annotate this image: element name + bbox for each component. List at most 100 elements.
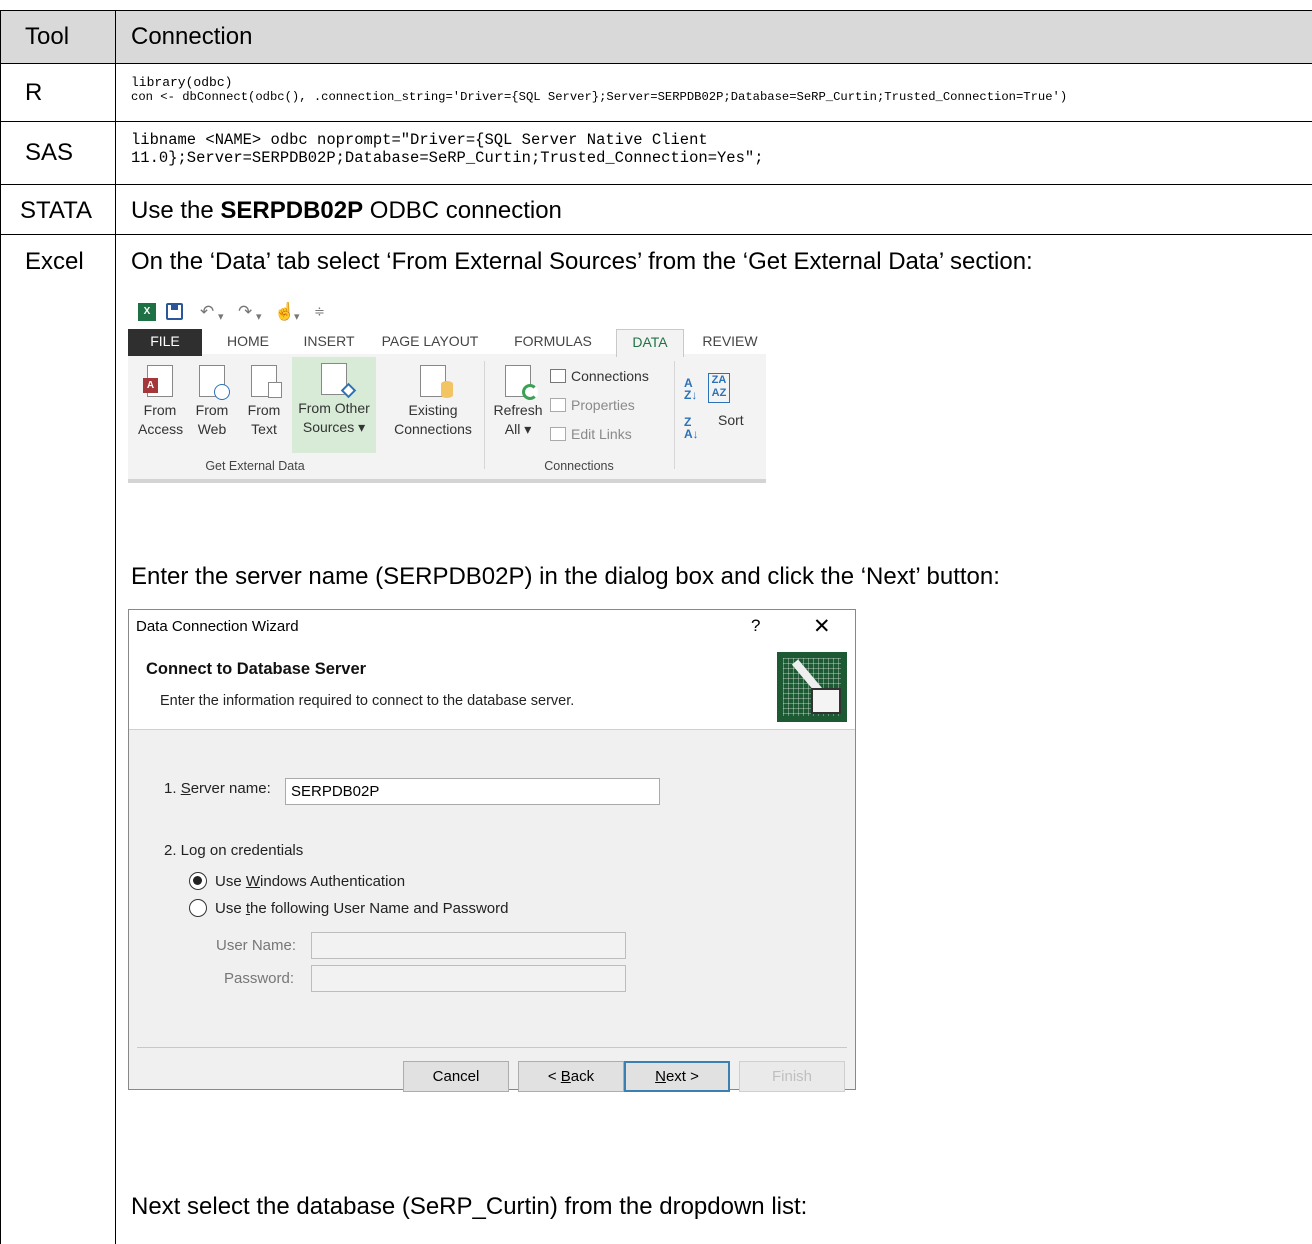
connections-label: Connections [571, 368, 649, 384]
from-other-sources-line1: From Other [298, 400, 370, 416]
sort-dialog-icon[interactable]: ZA AZ [708, 373, 730, 403]
table-border [0, 184, 1312, 185]
finish-button[interactable]: Finish [739, 1061, 845, 1092]
text-file-icon [251, 365, 282, 398]
existing-connections-line2: Connections [394, 421, 472, 437]
group-separator [674, 361, 675, 469]
from-access-line1: From [143, 402, 177, 418]
excel-step2: Enter the server name (SERPDB02P) in the… [131, 563, 1000, 590]
password-input[interactable] [311, 965, 626, 992]
table-border [0, 63, 1312, 64]
tab-data[interactable]: DATA [616, 329, 684, 357]
back-button[interactable]: < Back [518, 1061, 624, 1092]
tab-review[interactable]: REVIEW [694, 329, 766, 356]
tool-stata: STATA [20, 197, 92, 224]
sort-button[interactable]: Sort [718, 411, 744, 430]
from-access-line2: Access [138, 421, 184, 437]
excel-step3: Next select the database (SeRP_Curtin) f… [131, 1193, 808, 1220]
connections-button[interactable]: Connections [550, 367, 649, 386]
existing-connections-button[interactable]: Existing Connections [388, 359, 478, 439]
from-web-line1: From [195, 402, 229, 418]
connections-icon [550, 369, 566, 383]
group-separator [484, 361, 485, 469]
tool-excel: Excel [25, 248, 84, 275]
tab-insert[interactable]: INSERT [294, 329, 364, 356]
table-border [115, 10, 116, 1244]
excel-ribbon: X ↶ ▾ ↷ ▾ ☝ ▾ ≑ FILE HOME INSERT PAGE LA… [128, 295, 766, 483]
touch-mode-icon[interactable]: ☝ [274, 302, 295, 322]
dialog-header: Connect to Database Server Enter the inf… [129, 644, 855, 730]
server-name-input[interactable]: SERPDB02P [285, 778, 660, 805]
group-label-connections: Connections [544, 459, 614, 473]
windows-auth-radio[interactable] [189, 872, 207, 890]
undo-dropdown-icon[interactable]: ▾ [218, 307, 224, 327]
edit-links-icon [550, 427, 566, 441]
touch-dropdown-icon[interactable]: ▾ [294, 307, 300, 327]
sort-z-to-a-icon[interactable]: Z A↓ [684, 416, 699, 440]
help-icon[interactable]: ? [751, 616, 760, 636]
from-text-button[interactable]: From Text [244, 359, 284, 439]
server-name-label: 1. Server name: [164, 780, 271, 797]
code-r-line1: library(odbc) [131, 75, 233, 90]
from-web-line2: Web [197, 421, 227, 437]
edit-links-button[interactable]: Edit Links [550, 425, 632, 444]
refresh-all-button[interactable]: Refresh All ▾ [490, 359, 546, 439]
edit-links-label: Edit Links [571, 426, 632, 442]
cancel-button[interactable]: Cancel [403, 1061, 509, 1092]
username-password-radio[interactable] [189, 899, 207, 917]
existing-connections-icon [420, 365, 453, 398]
dialog-titlebar: Data Connection Wizard ? ✕ [129, 610, 855, 644]
next-button[interactable]: Next > [624, 1061, 730, 1092]
close-icon[interactable]: ✕ [813, 614, 831, 639]
access-file-icon: A [143, 365, 173, 397]
tab-home[interactable]: HOME [212, 329, 284, 356]
undo-icon[interactable]: ↶ [200, 302, 214, 322]
from-other-sources-button[interactable]: From Other Sources ▾ [292, 357, 376, 453]
excel-step1: On the ‘Data’ tab select ‘From External … [131, 248, 1033, 275]
group-connections: Refresh All ▾ Connections Properties Edi… [486, 355, 672, 477]
sort-a-to-z-icon[interactable]: A Z↓ [684, 377, 697, 401]
stata-instruction: Use the SERPDB02P ODBC connection [131, 197, 562, 225]
properties-label: Properties [571, 397, 635, 413]
code-sas-line2: 11.0};Server=SERPDB02P;Database=SeRP_Cur… [131, 149, 764, 167]
tab-page-layout[interactable]: PAGE LAYOUT [374, 329, 486, 356]
user-name-input[interactable] [311, 932, 626, 959]
refresh-all-line2: All ▾ [504, 421, 532, 437]
password-label: Password: [224, 970, 295, 987]
existing-connections-line1: Existing [408, 402, 458, 418]
windows-auth-label[interactable]: Use Windows Authentication [215, 873, 405, 890]
data-connection-wizard-dialog: Data Connection Wizard ? ✕ Connect to Da… [128, 609, 856, 1092]
group-label-get-external-data: Get External Data [205, 459, 305, 473]
ribbon-tabs: FILE HOME INSERT PAGE LAYOUT FORMULAS DA… [128, 329, 766, 357]
username-password-label[interactable]: Use the following User Name and Password [215, 900, 508, 917]
save-icon[interactable] [166, 303, 183, 320]
customize-qat-icon[interactable]: ≑ [314, 302, 325, 322]
dialog-heading: Connect to Database Server [146, 660, 367, 678]
properties-icon [550, 398, 566, 412]
redo-icon[interactable]: ↷ [238, 302, 252, 322]
from-web-button[interactable]: From Web [192, 359, 232, 439]
properties-button[interactable]: Properties [550, 396, 635, 415]
tab-file[interactable]: FILE [128, 329, 202, 356]
stata-text-before: Use the [131, 197, 221, 224]
stata-server-name: SERPDB02P [220, 197, 364, 224]
tab-formulas[interactable]: FORMULAS [508, 329, 598, 356]
quick-access-toolbar: X ↶ ▾ ↷ ▾ ☝ ▾ ≑ [128, 295, 766, 329]
table-border [0, 121, 1312, 122]
code-sas-line1: libname <NAME> odbc noprompt="Driver={SQ… [131, 131, 708, 149]
refresh-icon [505, 365, 538, 400]
redo-dropdown-icon[interactable]: ▾ [256, 307, 262, 327]
refresh-all-line1: Refresh [493, 402, 543, 418]
other-sources-icon [321, 363, 357, 399]
header-tool: Tool [25, 23, 70, 50]
table-border [0, 234, 1312, 235]
code-r-line2: con <- dbConnect(odbc(), .connection_str… [131, 90, 1068, 104]
tool-sas: SAS [25, 139, 74, 166]
log-on-credentials-label: 2. Log on credentials [164, 842, 304, 859]
user-name-label: User Name: [216, 937, 297, 954]
web-file-icon [199, 365, 230, 400]
from-access-button[interactable]: A From Access [138, 359, 184, 439]
dialog-separator [137, 1047, 847, 1048]
table-border [0, 10, 1312, 11]
header-connection: Connection [131, 23, 253, 50]
